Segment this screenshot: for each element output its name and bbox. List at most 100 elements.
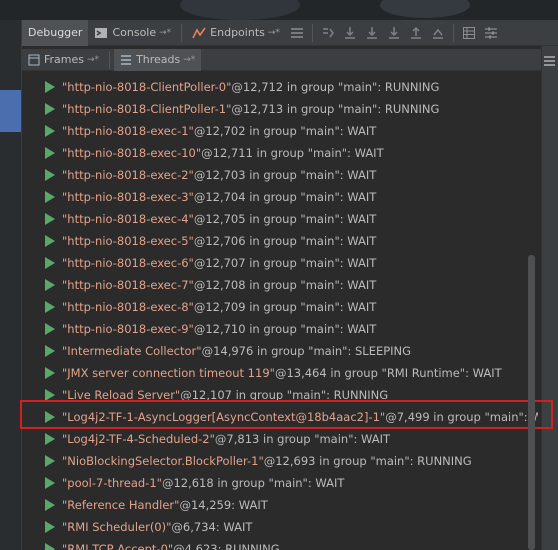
thread-text: "http-nio-8018-exec-9"@12,710 in group "… [62, 322, 376, 336]
thread-name: "http-nio-8018-exec-4" [62, 212, 194, 226]
thread-text: "http-nio-8018-exec-1"@12,702 in group "… [62, 124, 376, 138]
pin-icon: →* [87, 54, 100, 65]
evaluate-expression-icon[interactable] [458, 22, 480, 44]
thread-text: "Log4j2-TF-4-Scheduled-2"@7,813 in group… [62, 432, 390, 446]
thread-text: "NioBlockingSelector.BlockPoller-1"@12,6… [62, 454, 472, 468]
frames-threads-bar: Frames →* Threads →* [22, 48, 542, 71]
subbar-divider [109, 50, 111, 69]
thread-details: @12,708 in group "main": WAIT [193, 278, 377, 292]
thread-text: "RMI TCP Accept-0"@4,623: RUNNING [62, 542, 280, 550]
thread-state-icon [45, 169, 55, 181]
tab-console[interactable]: Console →* [88, 20, 177, 46]
thread-state-icon [45, 279, 55, 291]
toolbar-divider [311, 23, 313, 42]
thread-details: @14,259: WAIT [179, 498, 268, 512]
console-icon [94, 26, 108, 40]
step-out-icon[interactable] [405, 22, 427, 44]
thread-row[interactable]: "NioBlockingSelector.BlockPoller-1"@12,6… [22, 450, 538, 472]
thread-state-icon [45, 521, 55, 533]
thread-state-icon [45, 125, 55, 137]
left-tool-gutter [0, 20, 22, 550]
thread-row[interactable]: "http-nio-8018-exec-8"@12,709 in group "… [22, 296, 538, 318]
thread-row[interactable]: "http-nio-8018-exec-5"@12,706 in group "… [22, 230, 538, 252]
run-to-cursor-icon[interactable] [427, 22, 449, 44]
thread-state-icon [45, 433, 55, 445]
thread-name: "http-nio-8018-exec-7" [62, 278, 194, 292]
thread-row[interactable]: "RMI TCP Accept-0"@4,623: RUNNING [22, 538, 538, 550]
thread-name: "http-nio-8018-exec-10" [62, 146, 202, 160]
thread-row[interactable]: "Reference Handler"@14,259: WAIT [22, 494, 538, 516]
thread-list: "http-nio-8018-ClientPoller-0"@12,712 in… [22, 76, 538, 550]
thread-row[interactable]: "RMI Scheduler(0)"@6,734: WAIT [22, 516, 538, 538]
tab-debugger[interactable]: Debugger [22, 19, 89, 46]
thread-name: "http-nio-8018-exec-5" [62, 234, 194, 248]
thread-row[interactable]: "http-nio-8018-exec-3"@12,704 in group "… [22, 186, 538, 208]
thread-row[interactable]: "Intermediate Collector"@14,976 in group… [22, 340, 538, 362]
step-over-icon[interactable] [339, 22, 361, 44]
thread-name: "RMI Scheduler(0)" [62, 520, 172, 534]
thread-state-icon [45, 81, 55, 93]
thread-text: "http-nio-8018-exec-3"@12,704 in group "… [62, 190, 376, 204]
thread-details: @6,734: WAIT [171, 520, 253, 534]
show-execution-point-icon[interactable] [317, 22, 339, 44]
thread-state-icon [45, 103, 55, 115]
thread-text: "http-nio-8018-ClientPoller-1"@12,713 in… [62, 102, 439, 116]
tab-endpoints-label: Endpoints [210, 26, 265, 39]
thread-details: @12,706 in group "main": WAIT [193, 234, 377, 248]
thread-row[interactable]: "http-nio-8018-ClientPoller-0"@12,712 in… [22, 76, 538, 98]
tab-threads-label: Threads [136, 53, 181, 66]
thread-name: "http-nio-8018-exec-3" [62, 190, 194, 204]
thread-row[interactable]: "http-nio-8018-exec-2"@12,703 in group "… [22, 164, 538, 186]
force-step-into-icon[interactable] [383, 22, 405, 44]
thread-name: "http-nio-8018-exec-6" [62, 256, 194, 270]
toolbar-divider [181, 23, 183, 42]
thread-text: "pool-7-thread-1"@12,618 in group "main"… [62, 476, 344, 490]
thread-details: @12,704 in group "main": WAIT [193, 190, 377, 204]
thread-state-icon [45, 191, 55, 203]
tab-threads[interactable]: Threads →* [114, 48, 202, 71]
thread-row[interactable]: "http-nio-8018-exec-4"@12,705 in group "… [22, 208, 538, 230]
thread-row[interactable]: "http-nio-8018-exec-7"@12,708 in group "… [22, 274, 538, 296]
thread-details: @12,711 in group "main": WAIT [201, 146, 384, 160]
thread-text: "Reference Handler"@14,259: WAIT [62, 498, 268, 512]
thread-name: "Log4j2-TF-4-Scheduled-2" [62, 432, 215, 446]
thread-name: "http-nio-8018-exec-1" [62, 124, 194, 138]
thread-text: "http-nio-8018-ClientPoller-0"@12,712 in… [62, 80, 439, 94]
vertical-scrollbar[interactable] [528, 255, 535, 550]
thread-row[interactable]: "http-nio-8018-exec-9"@12,710 in group "… [22, 318, 538, 340]
tab-frames[interactable]: Frames →* [22, 49, 105, 71]
thread-row[interactable]: "pool-7-thread-1"@12,618 in group "main"… [22, 472, 538, 494]
thread-text: "Intermediate Collector"@14,976 in group… [62, 344, 411, 358]
thread-name: "http-nio-8018-exec-9" [62, 322, 194, 336]
thread-name: "JMX server connection timeout 119" [62, 366, 275, 380]
options-menu-icon[interactable] [544, 55, 555, 66]
thread-details: @12,618 in group "main": WAIT [161, 476, 345, 490]
pin-icon: →* [267, 27, 280, 38]
tab-debugger-label: Debugger [28, 26, 83, 39]
thread-row[interactable]: "Log4j2-TF-4-Scheduled-2"@7,813 in group… [22, 428, 538, 450]
thread-row[interactable]: "http-nio-8018-ClientPoller-1"@12,713 in… [22, 98, 538, 120]
thread-row[interactable]: "http-nio-8018-exec-1"@12,702 in group "… [22, 120, 538, 142]
thread-state-icon [45, 235, 55, 247]
trace-settings-icon[interactable] [480, 22, 502, 44]
thread-state-icon [45, 367, 55, 379]
step-into-icon[interactable] [361, 22, 383, 44]
thread-name: "http-nio-8018-ClientPoller-0" [62, 80, 232, 94]
pin-icon: →* [183, 54, 196, 65]
thread-text: "http-nio-8018-exec-2"@12,703 in group "… [62, 168, 376, 182]
thread-text: "http-nio-8018-exec-6"@12,707 in group "… [62, 256, 376, 270]
thread-name: "http-nio-8018-ClientPoller-1" [62, 102, 232, 116]
thread-row[interactable]: "http-nio-8018-exec-6"@12,707 in group "… [22, 252, 538, 274]
thread-state-icon [45, 499, 55, 511]
thread-details: @14,976 in group "main": SLEEPING [201, 344, 412, 358]
thread-row[interactable]: "JMX server connection timeout 119"@13,4… [22, 362, 538, 384]
thread-name: "http-nio-8018-exec-2" [62, 168, 194, 182]
thread-text: "http-nio-8018-exec-4"@12,705 in group "… [62, 212, 376, 226]
endpoints-icon [192, 26, 206, 40]
gutter-selection-marker [0, 90, 21, 132]
thread-name: "Intermediate Collector" [62, 344, 202, 358]
tab-endpoints[interactable]: Endpoints →* [186, 20, 286, 46]
menu-lines-icon[interactable] [286, 22, 308, 44]
thread-row[interactable]: "http-nio-8018-exec-10"@12,711 in group … [22, 142, 538, 164]
thread-details: @12,707 in group "main": WAIT [193, 256, 377, 270]
